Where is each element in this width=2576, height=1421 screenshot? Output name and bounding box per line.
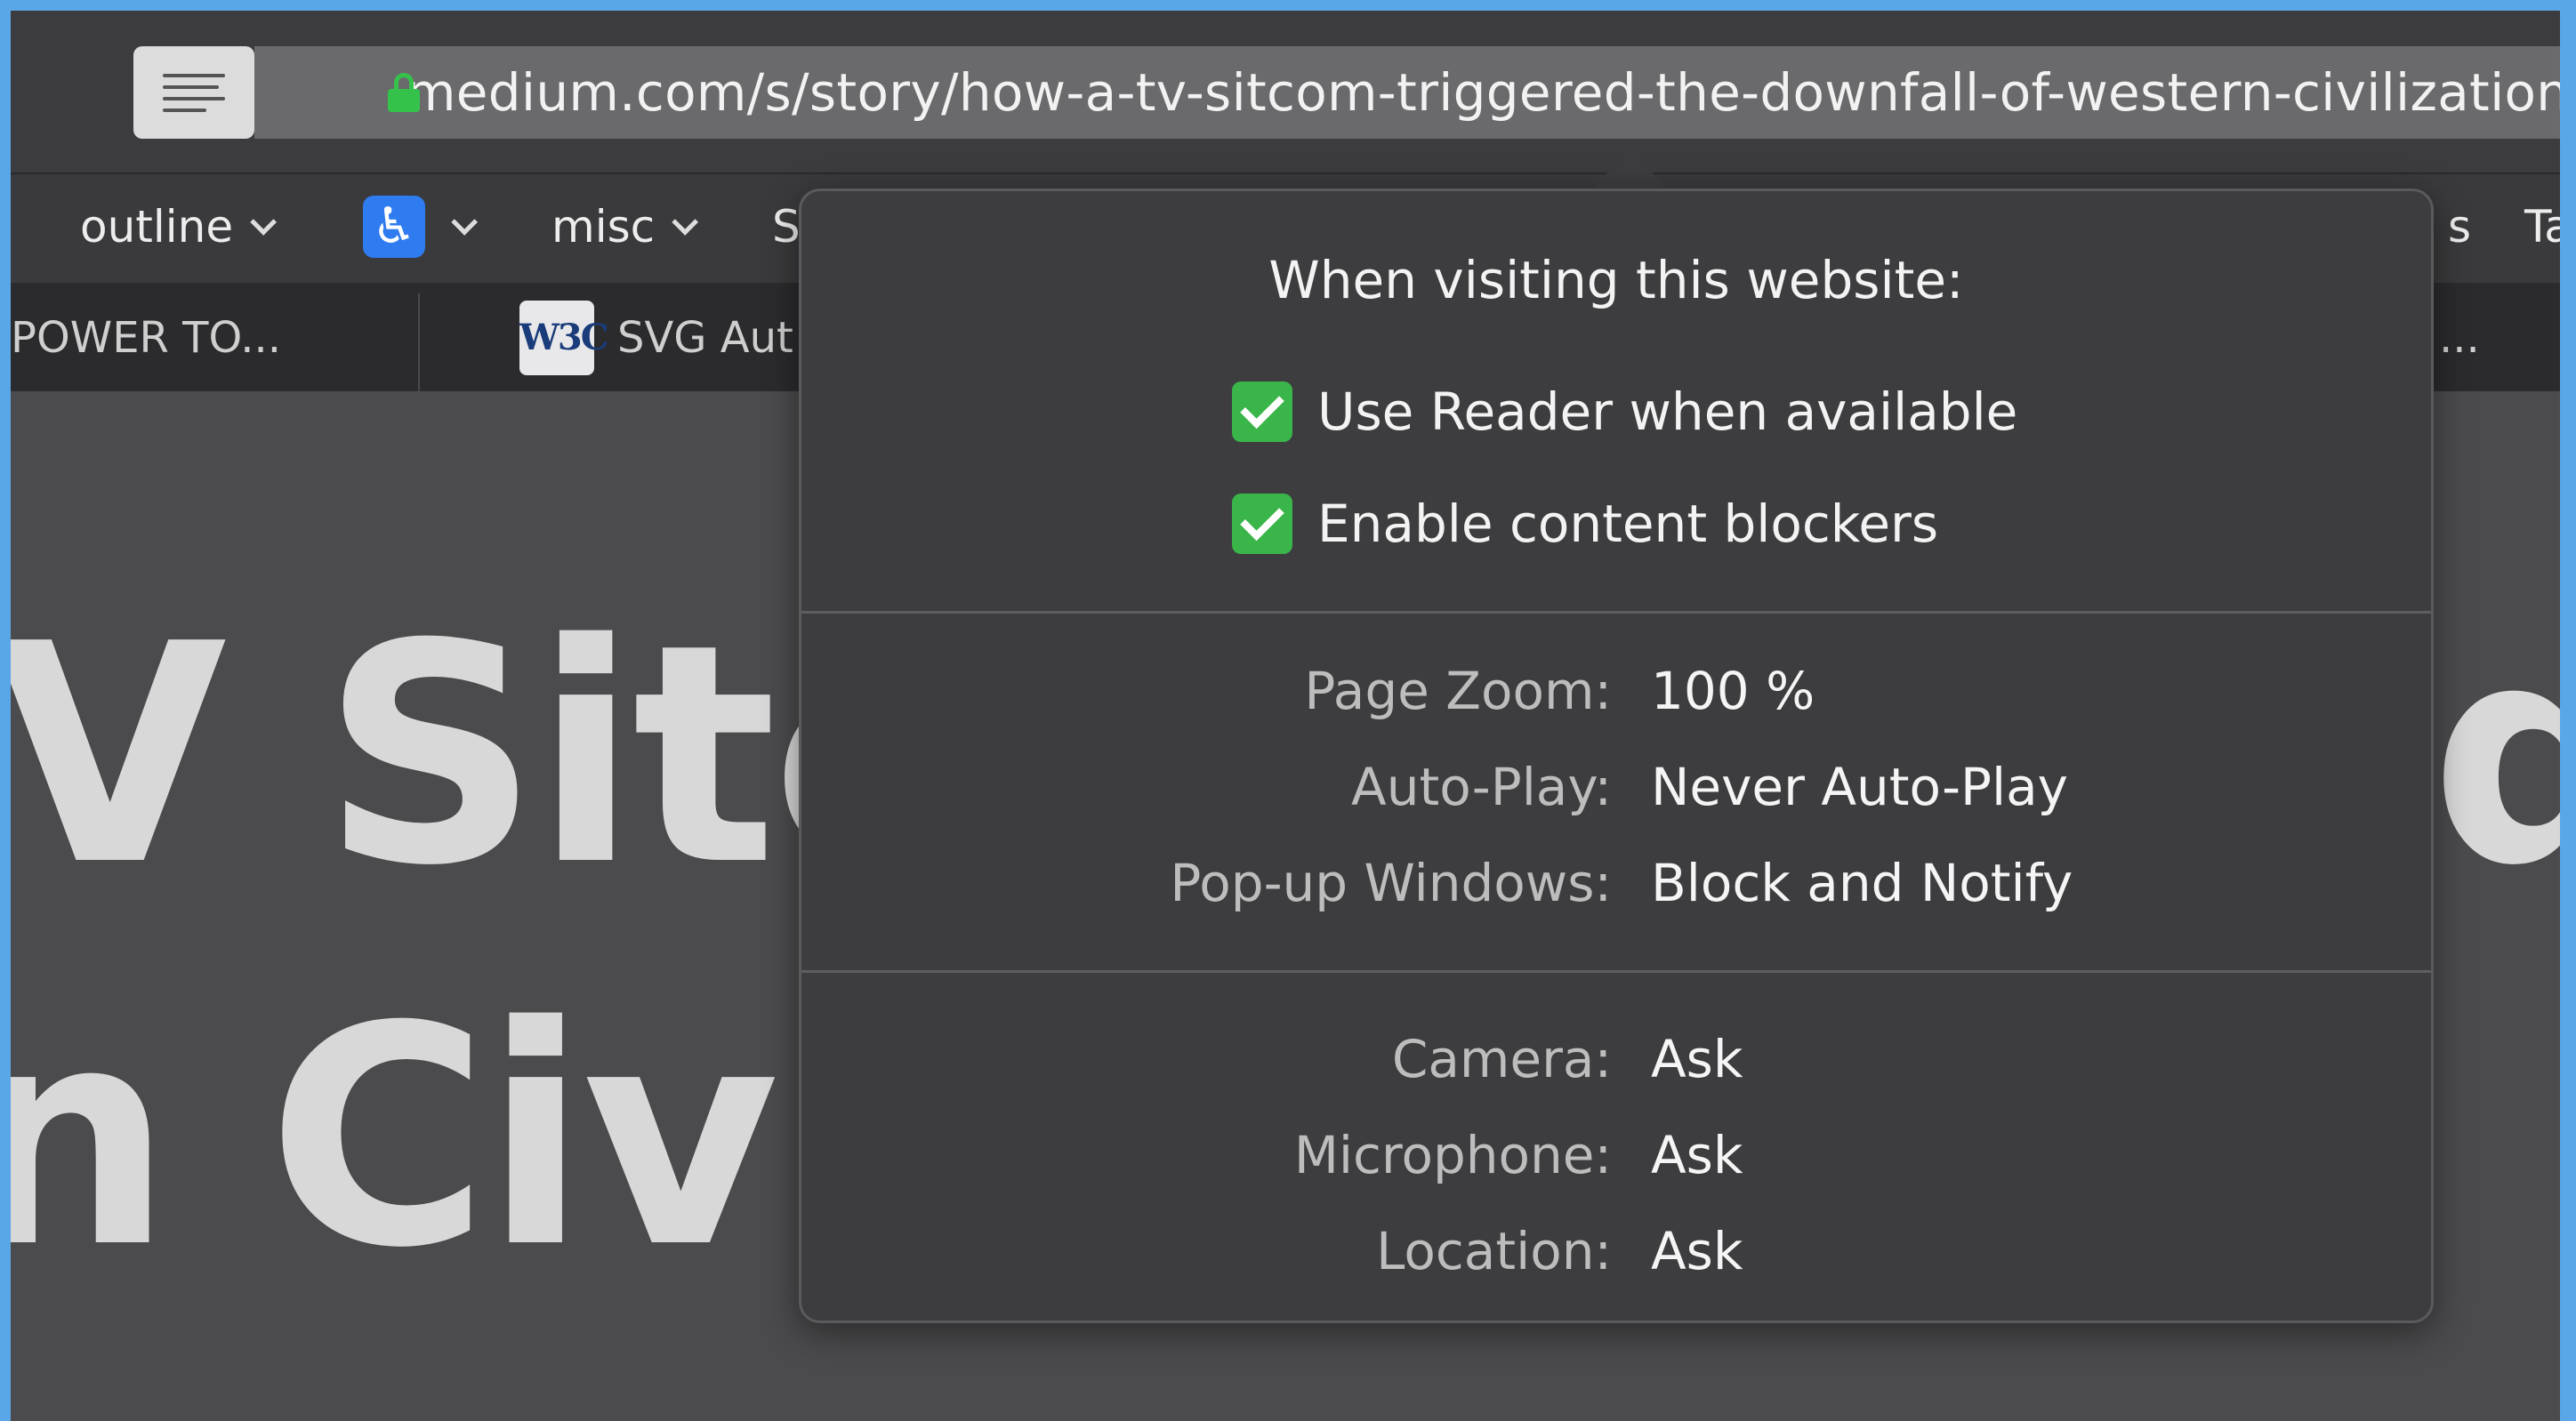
page-zoom-value[interactable]: 100 % [1651, 661, 1815, 721]
content-blockers-checkbox-row[interactable]: Enable content blockers [1232, 494, 1938, 554]
w3c-icon: W3C [519, 301, 609, 375]
favorite-item-power[interactable]: POWER TO... [11, 313, 281, 363]
checkbox-label: Enable content blockers [1317, 494, 1939, 554]
bookmark-folder-misc[interactable]: misc [551, 201, 699, 253]
bookmark-label: S [772, 201, 801, 253]
reader-view-button[interactable] [133, 46, 254, 139]
setting-label: Page Zoom: [1304, 661, 1612, 721]
url-text: medium.com/s/story/how-a-tv-sitcom-trigg… [406, 62, 2560, 123]
bookmark-folder-outline[interactable]: outline [80, 201, 278, 253]
divider [418, 293, 420, 391]
popup-windows-row[interactable]: Pop-up Windows: Block and Notify [801, 853, 2431, 924]
bookmark-item-partial[interactable]: S [772, 201, 801, 253]
bookmark-item-right[interactable]: s [2448, 201, 2471, 253]
camera-value[interactable]: Ask [1651, 1029, 1743, 1089]
address-bar[interactable]: medium.com/s/story/how-a-tv-sitcom-trigg… [254, 46, 2560, 139]
setting-label: Location: [1376, 1221, 1612, 1281]
divider [801, 611, 2431, 614]
use-reader-checkbox-row[interactable]: Use Reader when available [1232, 381, 2017, 442]
website-settings-popover: When visiting this website: Use Reader w… [799, 189, 2434, 1323]
favorite-item-more[interactable]: ... [2439, 313, 2480, 363]
bookmark-item-ta[interactable]: Ta [2524, 201, 2560, 253]
checkbox-checked[interactable] [1232, 494, 1292, 554]
favorite-label: POWER TO... [11, 313, 282, 363]
chevron-down-icon [672, 208, 699, 236]
favorite-label: ... [2439, 313, 2480, 363]
checkbox-label: Use Reader when available [1317, 381, 2018, 442]
popup-windows-value[interactable]: Block and Notify [1651, 853, 2073, 913]
auto-play-value[interactable]: Never Auto-Play [1651, 757, 2068, 817]
bookmark-folder-label: outline [80, 201, 234, 253]
toolbar: medium.com/s/story/how-a-tv-sitcom-trigg… [11, 11, 2560, 174]
microphone-value[interactable]: Ask [1651, 1125, 1743, 1185]
browser-window: medium.com/s/story/how-a-tv-sitcom-trigg… [11, 11, 2560, 1421]
favorite-item-svg[interactable]: W3C SVG Aut [519, 301, 793, 375]
popover-title: When visiting this website: [1268, 250, 1964, 310]
accessibility-icon: ♿ [363, 196, 425, 258]
microphone-row[interactable]: Microphone: Ask [801, 1125, 2431, 1196]
setting-label: Camera: [1391, 1029, 1612, 1089]
reader-view-icon [163, 66, 225, 120]
bookmark-label: Ta [2524, 201, 2560, 253]
bookmark-folder-label: misc [551, 201, 656, 253]
chevron-down-icon [250, 208, 278, 236]
camera-row[interactable]: Camera: Ask [801, 1029, 2431, 1100]
checkbox-checked[interactable] [1232, 381, 1292, 442]
location-row[interactable]: Location: Ask [801, 1221, 2431, 1292]
favorite-label: SVG Aut [617, 313, 793, 363]
article-headline-line1-right: d [2430, 580, 2560, 932]
setting-label: Pop-up Windows: [1170, 853, 1612, 913]
divider [801, 970, 2431, 973]
page-zoom-row[interactable]: Page Zoom: 100 % [801, 661, 2431, 732]
setting-label: Auto-Play: [1351, 757, 1612, 817]
auto-play-row[interactable]: Auto-Play: Never Auto-Play [801, 757, 2431, 828]
bookmark-label: s [2448, 201, 2472, 253]
popover-arrow [1587, 149, 1672, 194]
chevron-down-icon [451, 208, 479, 236]
location-value[interactable]: Ask [1651, 1221, 1743, 1281]
bookmark-folder-accessibility[interactable]: ♿ [363, 196, 479, 258]
setting-label: Microphone: [1293, 1125, 1612, 1185]
